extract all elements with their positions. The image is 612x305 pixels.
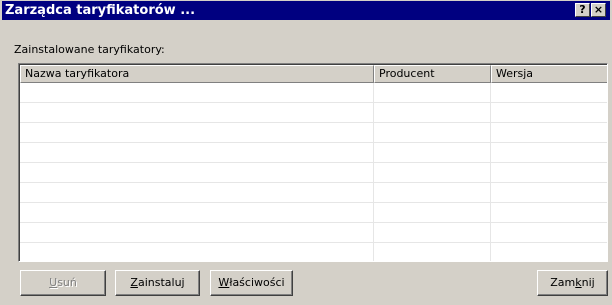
installed-list-label: Zainstalowane taryfikatory: <box>14 43 165 56</box>
column-divider <box>373 83 374 261</box>
empty-row <box>20 143 607 163</box>
properties-label: łaściwości <box>229 276 285 289</box>
help-button[interactable]: ? <box>575 3 590 17</box>
close-icon[interactable]: × <box>591 3 606 17</box>
column-header-version[interactable]: Wersja <box>491 65 607 83</box>
empty-row <box>20 83 607 103</box>
empty-row <box>20 203 607 223</box>
close-label: nij <box>581 276 595 289</box>
install-button[interactable]: Zainstaluj <box>115 270 200 296</box>
close-button[interactable]: Zamknij <box>537 270 608 296</box>
empty-row <box>20 243 607 261</box>
close-prefix: Zam <box>550 276 576 289</box>
properties-button[interactable]: Właściwości <box>210 270 293 296</box>
column-divider <box>490 83 491 261</box>
remove-label: suń <box>57 276 77 289</box>
window-title: Zarządca taryfikatorów ... <box>5 3 196 18</box>
list-header: Nazwa taryfikatora Producent Wersja <box>20 65 607 83</box>
properties-mnemonic: W <box>218 276 230 289</box>
remove-mnemonic: U <box>49 276 58 289</box>
remove-button[interactable]: Usuń <box>20 270 106 296</box>
empty-row <box>20 183 607 203</box>
empty-row <box>20 223 607 243</box>
list-frame: Nazwa taryfikatora Producent Wersja <box>19 64 607 261</box>
installed-tariffs-list[interactable]: Nazwa taryfikatora Producent Wersja <box>18 63 608 262</box>
column-header-producer[interactable]: Producent <box>374 65 491 83</box>
title-bar[interactable]: Zarządca taryfikatorów ... ? × <box>2 1 610 20</box>
empty-row <box>20 103 607 123</box>
column-header-name[interactable]: Nazwa taryfikatora <box>20 65 374 83</box>
install-mnemonic: Z <box>130 276 138 289</box>
empty-row <box>20 163 607 183</box>
dialog-window: Zarządca taryfikatorów ... ? × Zainstalo… <box>0 0 612 305</box>
empty-row <box>20 123 607 143</box>
install-label: ainstaluj <box>137 276 185 289</box>
list-body[interactable] <box>20 83 607 261</box>
